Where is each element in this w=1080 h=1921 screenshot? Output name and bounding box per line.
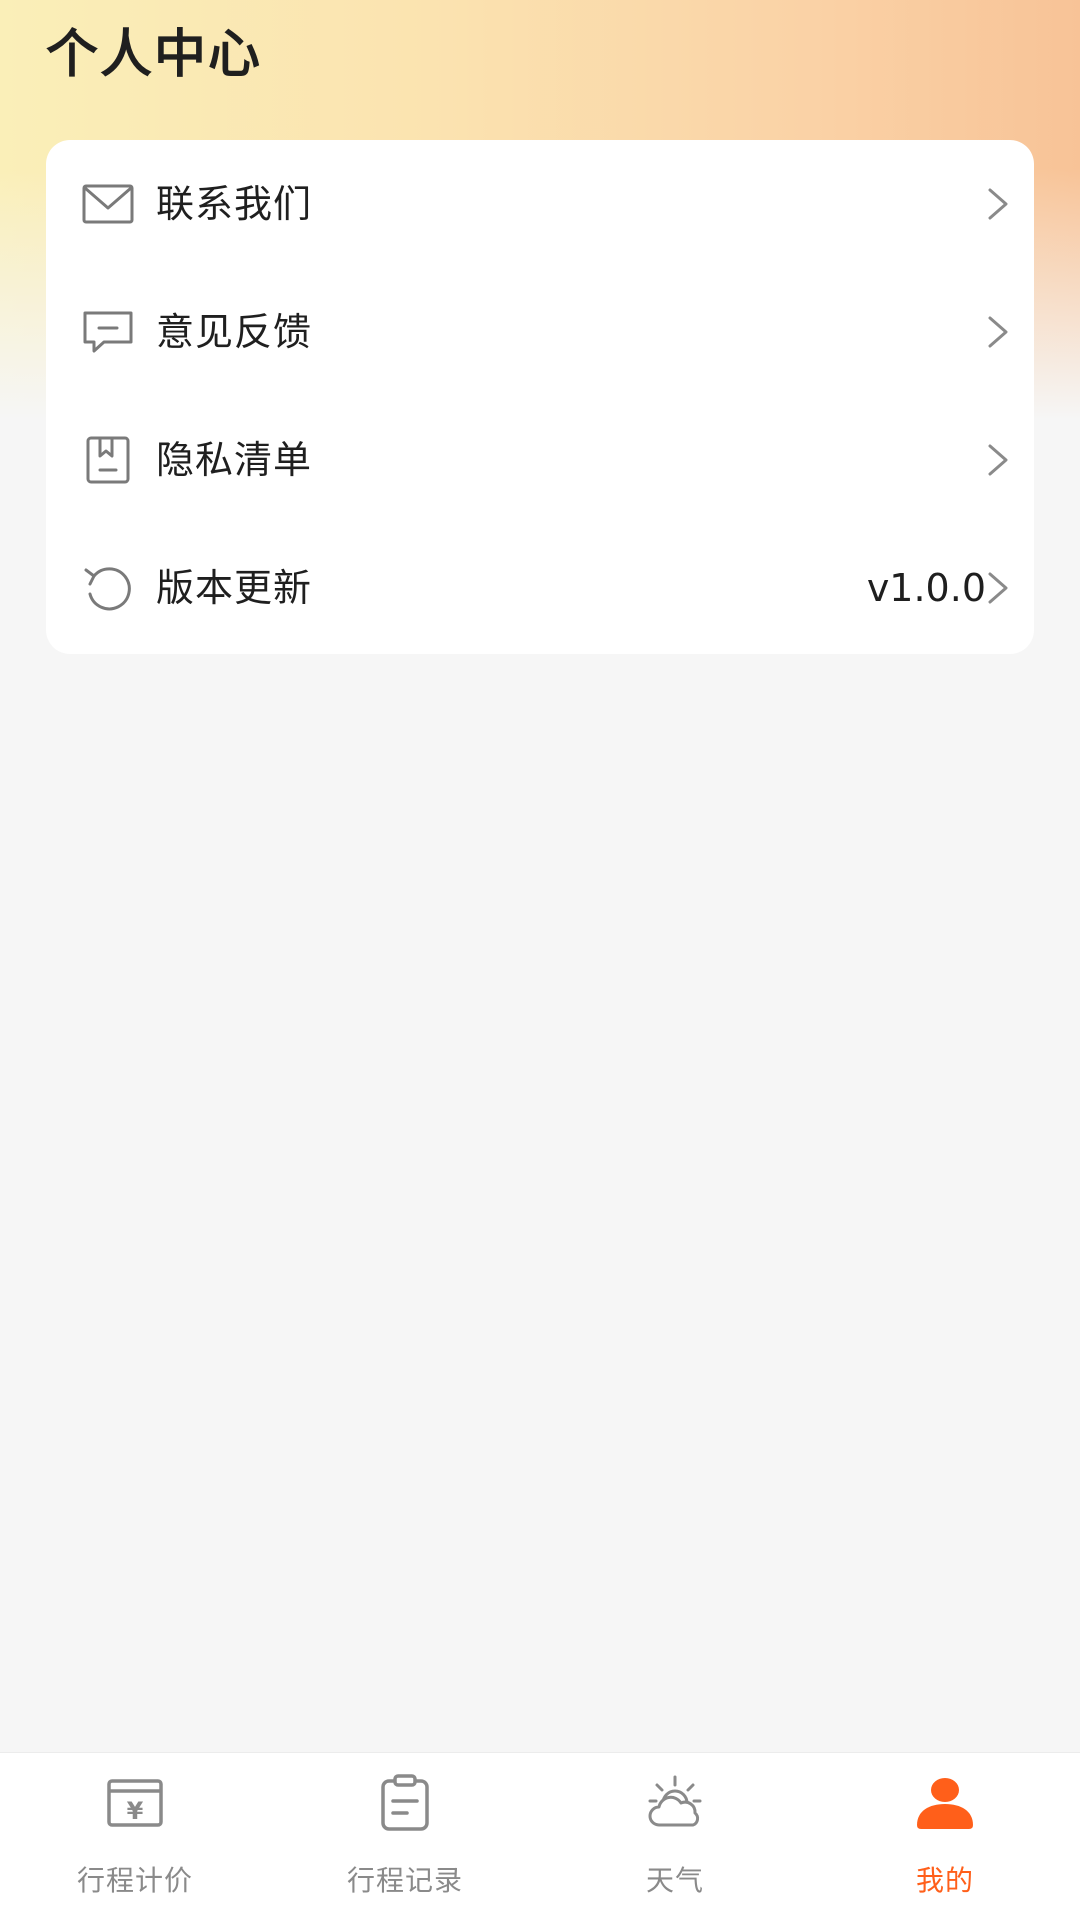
tab-weather[interactable]: 天气	[540, 1753, 810, 1921]
comment-icon	[83, 311, 133, 353]
tab-label: 天气	[645, 1864, 704, 1897]
menu-item-version-update[interactable]: 版本更新 v1.0.0	[46, 524, 1034, 652]
menu-item-label: 意见反馈	[156, 310, 313, 354]
yen-calculator-icon: ¥	[107, 1779, 163, 1827]
person-icon	[917, 1778, 973, 1829]
version-value: v1.0.0	[866, 566, 986, 610]
tab-mine[interactable]: 我的	[810, 1753, 1080, 1921]
tab-label: 行程计价	[76, 1864, 193, 1897]
chevron-right-icon	[988, 444, 1008, 476]
chevron-right-icon	[988, 188, 1008, 220]
mail-icon	[82, 184, 134, 224]
bottom-tab-bar: ¥ 行程计价 行程记录 天气 我的	[0, 1752, 1080, 1921]
tab-label: 我的	[915, 1864, 974, 1897]
menu-item-privacy-list[interactable]: 隐私清单	[46, 396, 1034, 524]
tab-label: 行程记录	[346, 1864, 463, 1897]
clipboard-icon	[381, 1774, 429, 1831]
chevron-right-icon	[988, 316, 1008, 348]
settings-card: 联系我们 意见反馈 隐私清单 版本更新 v1.0.0	[46, 140, 1034, 654]
tab-trip-pricing[interactable]: ¥ 行程计价	[0, 1753, 270, 1921]
partly-cloudy-icon	[648, 1775, 702, 1827]
tab-trip-records[interactable]: 行程记录	[270, 1753, 540, 1921]
menu-item-label: 隐私清单	[156, 438, 313, 482]
page-title: 个人中心	[46, 25, 263, 85]
menu-item-feedback[interactable]: 意见反馈	[46, 268, 1034, 396]
refresh-icon	[84, 567, 131, 611]
menu-item-label: 联系我们	[156, 182, 313, 226]
menu-item-contact-us[interactable]: 联系我们	[46, 140, 1034, 268]
bookmark-doc-icon	[86, 436, 130, 484]
chevron-right-icon	[988, 572, 1008, 604]
svg-text:¥: ¥	[127, 1797, 144, 1825]
menu-item-label: 版本更新	[156, 566, 313, 610]
